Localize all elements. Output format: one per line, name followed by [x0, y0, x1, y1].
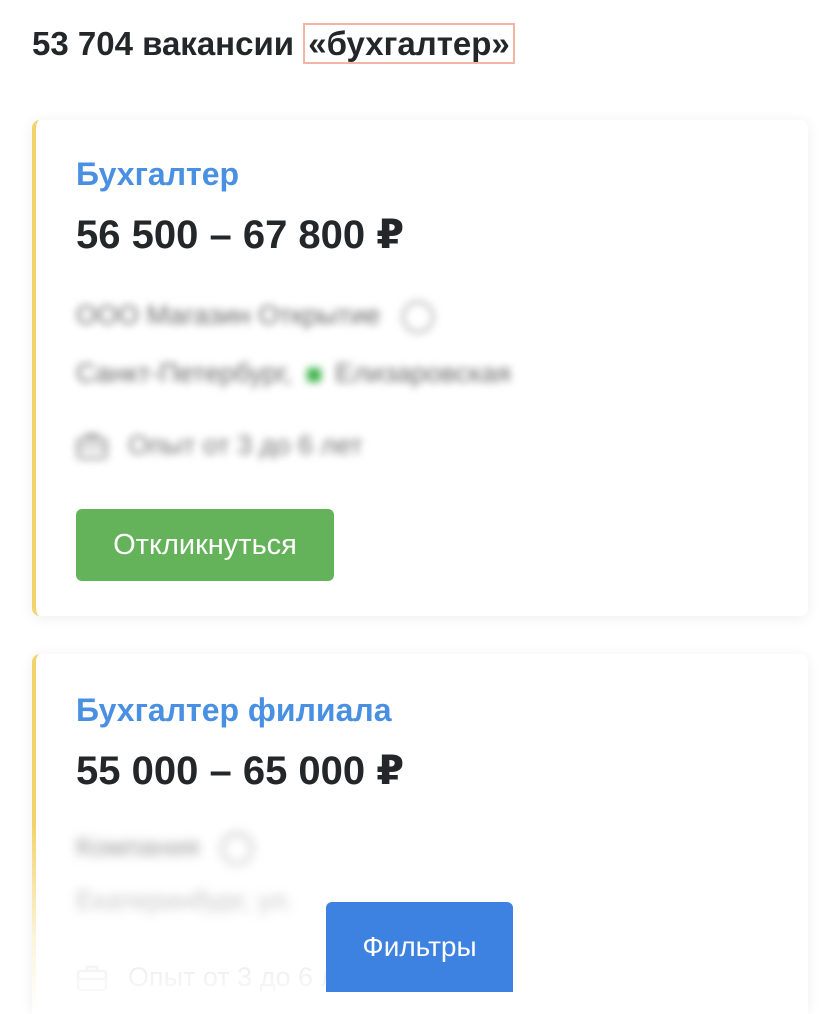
results-count: 53 704 вакансии — [32, 25, 295, 62]
vacancy-salary: 55 000 – 65 000 ₽ — [76, 749, 405, 793]
experience-row: Опыт от 3 до 6 лет — [76, 962, 363, 993]
vacancy-card[interactable]: Бухгалтер 56 500 – 67 800 ₽ ООО Магазин … — [32, 120, 808, 616]
search-query: «бухгалтер» — [303, 23, 515, 64]
experience-row: Опыт от 3 до 6 лет — [76, 430, 363, 461]
vacancy-location: Екатеринбург, ул. — [76, 886, 294, 917]
metro-text: Елизаровская — [335, 358, 511, 388]
vacancy-title-link[interactable]: Бухгалтер — [76, 156, 239, 193]
company-name: Компания — [76, 832, 254, 865]
filters-button[interactable]: Фильтры — [326, 902, 513, 992]
briefcase-icon — [76, 965, 108, 991]
respond-button[interactable]: Откликнуться — [76, 509, 334, 581]
briefcase-icon — [76, 433, 108, 459]
city-text: Екатеринбург, ул. — [76, 886, 294, 916]
info-icon — [401, 300, 434, 333]
city-text: Санкт-Петербург, — [76, 358, 292, 388]
info-icon — [221, 832, 254, 865]
company-name: ООО Магазин Открытие — [76, 300, 434, 333]
vacancy-salary: 56 500 – 67 800 ₽ — [76, 213, 405, 257]
experience-text: Опыт от 3 до 6 лет — [128, 430, 363, 460]
company-name-text: ООО Магазин Открытие — [76, 300, 381, 330]
metro-icon — [307, 367, 322, 382]
results-heading: 53 704 вакансии «бухгалтер» — [32, 22, 515, 66]
company-name-text: Компания — [76, 832, 200, 862]
vacancy-location: Санкт-Петербург, Елизаровская — [76, 358, 511, 389]
vacancy-title-link[interactable]: Бухгалтер филиала — [76, 692, 392, 729]
